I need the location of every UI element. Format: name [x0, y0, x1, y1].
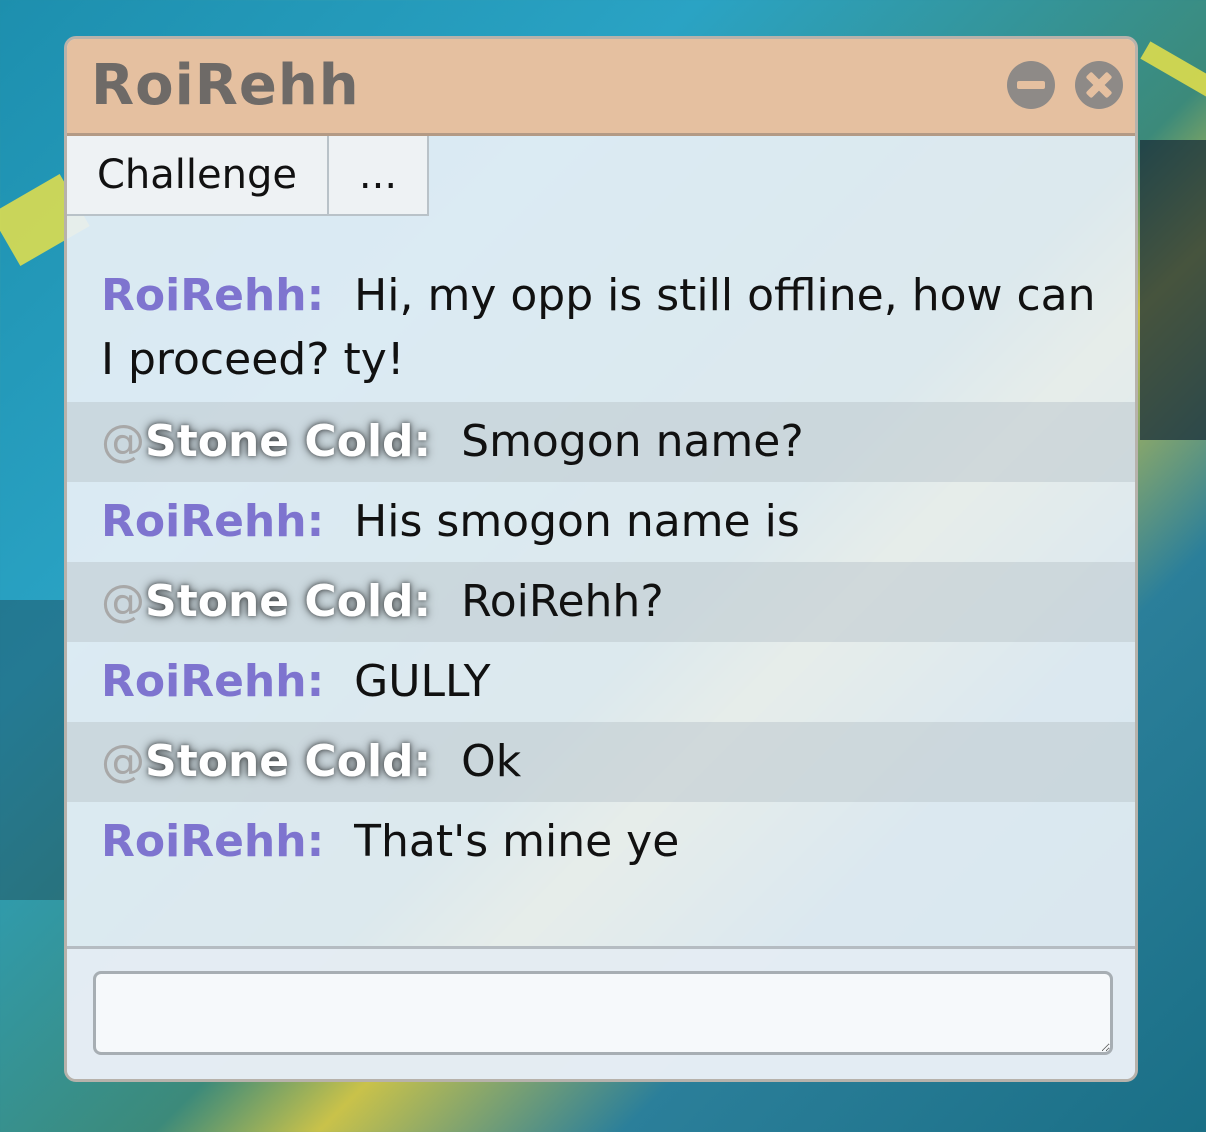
input-bar: [67, 946, 1135, 1079]
author-name: Stone Cold:: [145, 736, 432, 787]
chat-window: RoiRehh Challenge ... RoiRehh: Hi, my opp…: [64, 36, 1138, 1082]
message-author[interactable]: @Stone Cold:: [101, 576, 431, 627]
message-author[interactable]: RoiRehh:: [101, 816, 324, 867]
message-text: Smogon name?: [461, 416, 804, 467]
background-shape: [0, 600, 64, 900]
chat-message: @Stone Cold: Smogon name?: [67, 402, 1135, 482]
chat-message: @Stone Cold: RoiRehh?: [67, 562, 1135, 642]
chat-message: RoiRehh: Hi, my opp is still offline, how…: [67, 254, 1135, 402]
minimize-icon[interactable]: [1007, 61, 1055, 109]
background-streak: [1140, 41, 1206, 99]
staff-rank-symbol: @: [101, 576, 145, 627]
message-text: Ok: [461, 736, 522, 787]
author-name: Stone Cold:: [145, 416, 432, 467]
message-text: RoiRehh?: [461, 576, 664, 627]
message-author[interactable]: @Stone Cold:: [101, 416, 431, 467]
message-author[interactable]: RoiRehh:: [101, 656, 324, 707]
chat-message: RoiRehh: That's mine ye: [67, 802, 1135, 882]
window-title: RoiRehh: [91, 53, 360, 118]
message-text: That's mine ye: [354, 816, 680, 867]
message-text: His smogon name is: [354, 496, 800, 547]
message-author[interactable]: RoiRehh:: [101, 496, 324, 547]
chat-message: @Stone Cold: Ok: [67, 722, 1135, 802]
chat-input[interactable]: [93, 971, 1113, 1055]
toolbar: Challenge ...: [67, 136, 429, 220]
more-options-button[interactable]: ...: [329, 136, 429, 216]
message-author[interactable]: RoiRehh:: [101, 270, 324, 321]
message-log: RoiRehh: Hi, my opp is still offline, how…: [67, 254, 1135, 882]
message-text: GULLY: [354, 656, 491, 707]
staff-rank-symbol: @: [101, 416, 145, 467]
challenge-button[interactable]: Challenge: [67, 136, 329, 216]
close-icon[interactable]: [1075, 61, 1123, 109]
background-shape: [1140, 140, 1206, 440]
title-bar[interactable]: RoiRehh: [67, 39, 1135, 136]
staff-rank-symbol: @: [101, 736, 145, 787]
author-name: Stone Cold:: [145, 576, 432, 627]
chat-message: RoiRehh: His smogon name is: [67, 482, 1135, 562]
chat-message: RoiRehh: GULLY: [67, 642, 1135, 722]
message-author[interactable]: @Stone Cold:: [101, 736, 431, 787]
